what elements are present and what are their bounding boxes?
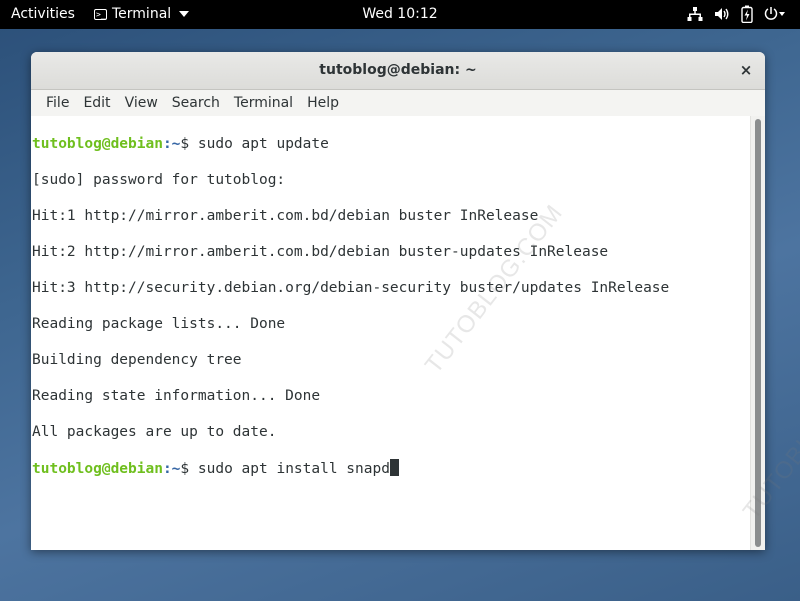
clock[interactable]: Wed 10:12 [362, 6, 437, 22]
menu-search[interactable]: Search [165, 95, 227, 111]
command-line: tutoblog@debian:~$ sudo apt update [32, 135, 752, 153]
top-bar: Activities >_ Terminal Wed 10:12 [0, 0, 800, 29]
battery-icon [741, 5, 753, 23]
scrollbar[interactable] [750, 116, 765, 550]
menu-view[interactable]: View [118, 95, 165, 111]
output-line: [sudo] password for tutoblog: [32, 172, 286, 188]
menu-terminal[interactable]: Terminal [227, 95, 300, 111]
command-line: tutoblog@debian:~$ sudo apt install snap… [32, 459, 752, 477]
text-cursor [389, 459, 399, 476]
window-title: tutoblog@debian: ~ [319, 62, 477, 78]
app-menu[interactable]: >_ Terminal [94, 6, 190, 22]
prompt-user: tutoblog@debian [32, 461, 163, 477]
output-line: Hit:2 http://mirror.amberit.com.bd/debia… [32, 244, 609, 260]
terminal-output[interactable]: tutoblog@debian:~$ sudo apt update [sudo… [31, 116, 752, 550]
app-menu-label: Terminal [112, 6, 172, 22]
power-menu-icon [764, 7, 785, 20]
menu-bar: File Edit View Search Terminal Help [31, 90, 765, 117]
terminal-icon: >_ [94, 8, 107, 20]
menu-file[interactable]: File [39, 95, 76, 111]
title-bar[interactable]: tutoblog@debian: ~ × [31, 52, 765, 90]
menu-edit[interactable]: Edit [76, 95, 117, 111]
output-line: Hit:1 http://mirror.amberit.com.bd/debia… [32, 208, 539, 224]
output-line: Reading state information... Done [32, 388, 321, 404]
output-line: Hit:3 http://security.debian.org/debian-… [32, 280, 670, 296]
prompt-user: tutoblog@debian [32, 136, 163, 152]
volume-icon [715, 8, 729, 20]
activities-button[interactable]: Activities [11, 6, 75, 22]
menu-help[interactable]: Help [300, 95, 346, 111]
output-line: Reading package lists... Done [32, 316, 286, 332]
command-text: sudo apt update [197, 136, 329, 152]
output-line: All packages are up to date. [32, 424, 277, 440]
close-icon[interactable]: × [736, 60, 756, 80]
output-line: Building dependency tree [32, 352, 242, 368]
terminal-window: tutoblog@debian: ~ × File Edit View Sear… [31, 52, 765, 550]
prompt-path: :~ [162, 461, 181, 477]
network-icon [687, 7, 703, 21]
prompt-symbol: $ [180, 461, 198, 477]
prompt-path: :~ [162, 136, 181, 152]
scrollbar-thumb[interactable] [755, 119, 761, 547]
chevron-down-icon [179, 11, 190, 17]
system-tray[interactable] [687, 5, 786, 23]
prompt-symbol: $ [180, 136, 198, 152]
command-text: sudo apt install snapd [197, 461, 390, 477]
